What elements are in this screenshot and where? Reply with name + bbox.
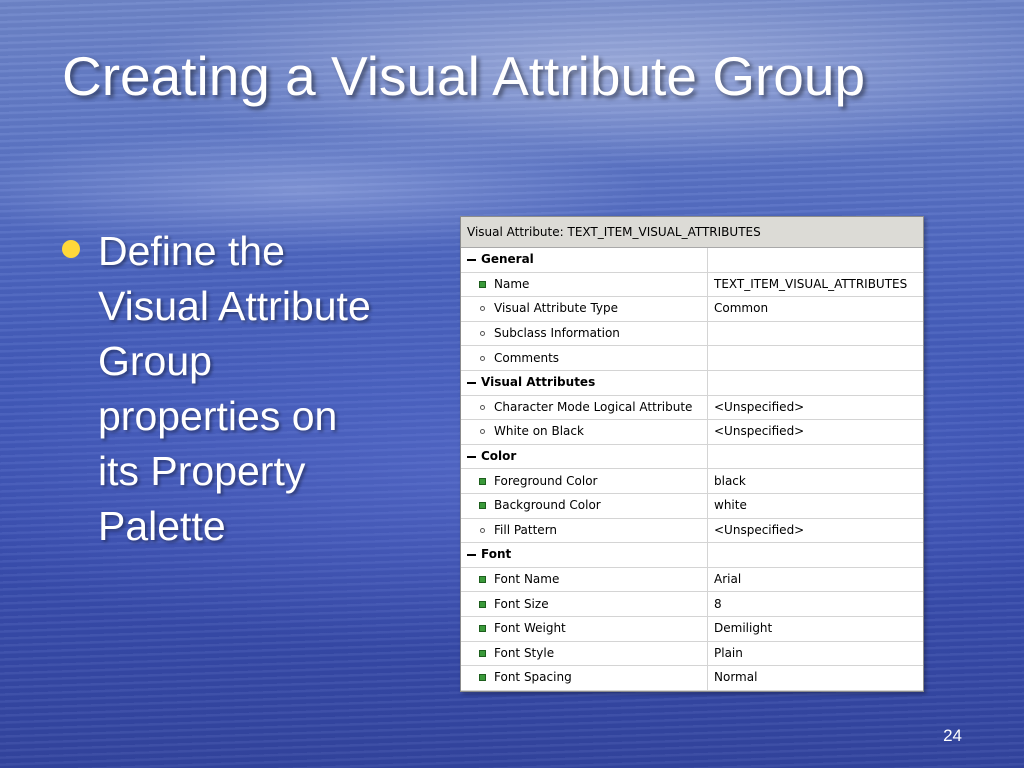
property-palette: Visual Attribute: TEXT_ITEM_VISUAL_ATTRI… bbox=[460, 216, 924, 692]
property-row[interactable]: White on Black <Unspecified> bbox=[461, 420, 923, 445]
property-row[interactable]: Subclass Information bbox=[461, 321, 923, 347]
changed-square-icon bbox=[479, 649, 486, 657]
property-name-cell[interactable]: Foreground Color bbox=[461, 469, 708, 493]
property-name-label: Visual Attributes bbox=[481, 375, 596, 390]
changed-square-icon bbox=[479, 600, 486, 608]
property-value-cell[interactable]: Common bbox=[708, 297, 768, 321]
property-name-cell[interactable]: Font Weight bbox=[461, 616, 708, 641]
changed-square-icon bbox=[479, 576, 486, 584]
property-name-label: Font Spacing bbox=[494, 670, 572, 685]
property-row[interactable]: Font Weight Demilight bbox=[461, 616, 923, 642]
default-circle-icon bbox=[480, 527, 485, 533]
changed-square-icon bbox=[479, 674, 486, 682]
page-number: 24 bbox=[943, 726, 962, 745]
default-circle-icon bbox=[480, 404, 485, 410]
property-row[interactable]: Visual Attribute Type Common bbox=[461, 297, 923, 322]
collapse-minus-icon[interactable] bbox=[467, 452, 476, 461]
property-value-cell[interactable]: white bbox=[708, 494, 747, 518]
property-name-label: Font Name bbox=[494, 572, 560, 587]
property-name-label: Character Mode Logical Attribute bbox=[494, 399, 693, 414]
property-name-cell[interactable]: Font Style bbox=[461, 641, 708, 666]
property-name-label: Subclass Information bbox=[494, 326, 620, 341]
property-value-cell[interactable]: Arial bbox=[708, 568, 741, 592]
property-name-cell[interactable]: Font Size bbox=[461, 592, 708, 616]
property-value-cell[interactable]: 8 bbox=[708, 592, 722, 616]
property-name-label: White on Black bbox=[494, 424, 584, 439]
property-row[interactable]: Character Mode Logical Attribute <Unspeci… bbox=[461, 395, 923, 421]
property-name-label: Fill Pattern bbox=[494, 522, 558, 537]
changed-square-icon bbox=[479, 625, 486, 633]
collapse-minus-icon[interactable] bbox=[467, 550, 476, 559]
property-row[interactable]: Name TEXT_ITEM_VISUAL_ATTRIBUTES bbox=[461, 272, 923, 298]
property-name-cell[interactable]: Comments bbox=[461, 346, 708, 370]
property-name-label: Font Weight bbox=[494, 621, 566, 636]
property-value-cell[interactable]: Normal bbox=[708, 666, 757, 690]
slide-title: Creating a Visual Attribute Group bbox=[62, 45, 866, 107]
property-value-cell[interactable] bbox=[708, 346, 714, 370]
property-value-cell[interactable]: <Unspecified> bbox=[708, 519, 804, 543]
property-name-label: Font Style bbox=[494, 645, 555, 660]
property-row[interactable]: Foreground Color black bbox=[461, 469, 923, 494]
property-name-cell[interactable]: Name bbox=[461, 272, 708, 297]
property-name-cell[interactable]: Character Mode Logical Attribute bbox=[461, 395, 708, 420]
property-name-cell[interactable]: Font Spacing bbox=[461, 666, 708, 690]
default-circle-icon bbox=[480, 306, 485, 312]
property-value-cell[interactable]: <Unspecified> bbox=[708, 420, 804, 444]
property-name-label: Background Color bbox=[494, 498, 601, 513]
property-name-cell[interactable]: Visual Attribute Type bbox=[461, 297, 708, 321]
property-name-label: Color bbox=[481, 449, 517, 464]
property-name-label: Comments bbox=[494, 350, 560, 365]
property-row[interactable]: Font Name Arial bbox=[461, 567, 923, 593]
property-value-cell[interactable]: <Unspecified> bbox=[708, 396, 804, 420]
property-name-cell[interactable]: Font bbox=[461, 543, 708, 567]
property-row[interactable]: Font Size 8 bbox=[461, 592, 923, 617]
property-value-cell[interactable]: TEXT_ITEM_VISUAL_ATTRIBUTES bbox=[708, 273, 907, 297]
property-name-cell[interactable]: Color bbox=[461, 444, 708, 469]
property-group-row[interactable]: Visual Attributes bbox=[461, 370, 923, 396]
property-name-cell[interactable]: Font Name bbox=[461, 567, 708, 592]
property-value-cell[interactable] bbox=[708, 543, 714, 567]
bullet-item: Define the Visual Attribute Group proper… bbox=[62, 224, 392, 554]
property-group-row[interactable]: Font bbox=[461, 543, 923, 568]
property-group-row[interactable]: General bbox=[461, 248, 923, 273]
property-row[interactable]: Comments bbox=[461, 346, 923, 371]
property-name-cell[interactable]: White on Black bbox=[461, 420, 708, 444]
changed-square-icon bbox=[479, 502, 486, 510]
property-value-cell[interactable] bbox=[708, 248, 714, 272]
property-row[interactable]: Font Spacing Normal bbox=[461, 666, 923, 691]
property-value-cell[interactable]: Demilight bbox=[708, 617, 772, 641]
property-group-row[interactable]: Color bbox=[461, 444, 923, 470]
property-palette-header: Visual Attribute: TEXT_ITEM_VISUAL_ATTRI… bbox=[461, 217, 923, 248]
property-value-cell[interactable]: black bbox=[708, 469, 746, 493]
default-circle-icon bbox=[480, 429, 485, 435]
default-circle-icon bbox=[480, 355, 485, 361]
property-value-cell[interactable]: Plain bbox=[708, 642, 743, 666]
property-value-cell[interactable] bbox=[708, 445, 714, 469]
property-name-cell[interactable]: Background Color bbox=[461, 493, 708, 518]
property-name-label: Font bbox=[481, 547, 512, 562]
property-name-label: Name bbox=[494, 276, 530, 291]
collapse-minus-icon[interactable] bbox=[467, 255, 476, 264]
property-name-label: Visual Attribute Type bbox=[494, 301, 619, 316]
property-value-cell[interactable] bbox=[708, 371, 714, 395]
property-name-cell[interactable]: General bbox=[461, 248, 708, 272]
changed-square-icon bbox=[479, 280, 486, 288]
property-row[interactable]: Font Style Plain bbox=[461, 641, 923, 667]
property-name-cell[interactable]: Fill Pattern bbox=[461, 518, 708, 543]
bullet-text: Define the Visual Attribute Group proper… bbox=[98, 228, 371, 549]
changed-square-icon bbox=[479, 477, 486, 485]
property-row[interactable]: Fill Pattern <Unspecified> bbox=[461, 518, 923, 544]
property-value-cell[interactable] bbox=[708, 322, 714, 346]
property-name-cell[interactable]: Subclass Information bbox=[461, 321, 708, 346]
property-row[interactable]: Background Color white bbox=[461, 493, 923, 519]
collapse-minus-icon[interactable] bbox=[467, 378, 476, 387]
property-palette-rows: General Name TEXT_ITEM_VISUAL_ATTRIBUTES Vi… bbox=[461, 248, 923, 691]
property-name-cell[interactable]: Visual Attributes bbox=[461, 370, 708, 395]
default-circle-icon bbox=[480, 331, 485, 337]
property-name-label: Foreground Color bbox=[494, 473, 598, 488]
bullet-dot-icon bbox=[62, 240, 80, 258]
property-name-label: General bbox=[481, 252, 534, 267]
property-name-label: Font Size bbox=[494, 596, 549, 611]
